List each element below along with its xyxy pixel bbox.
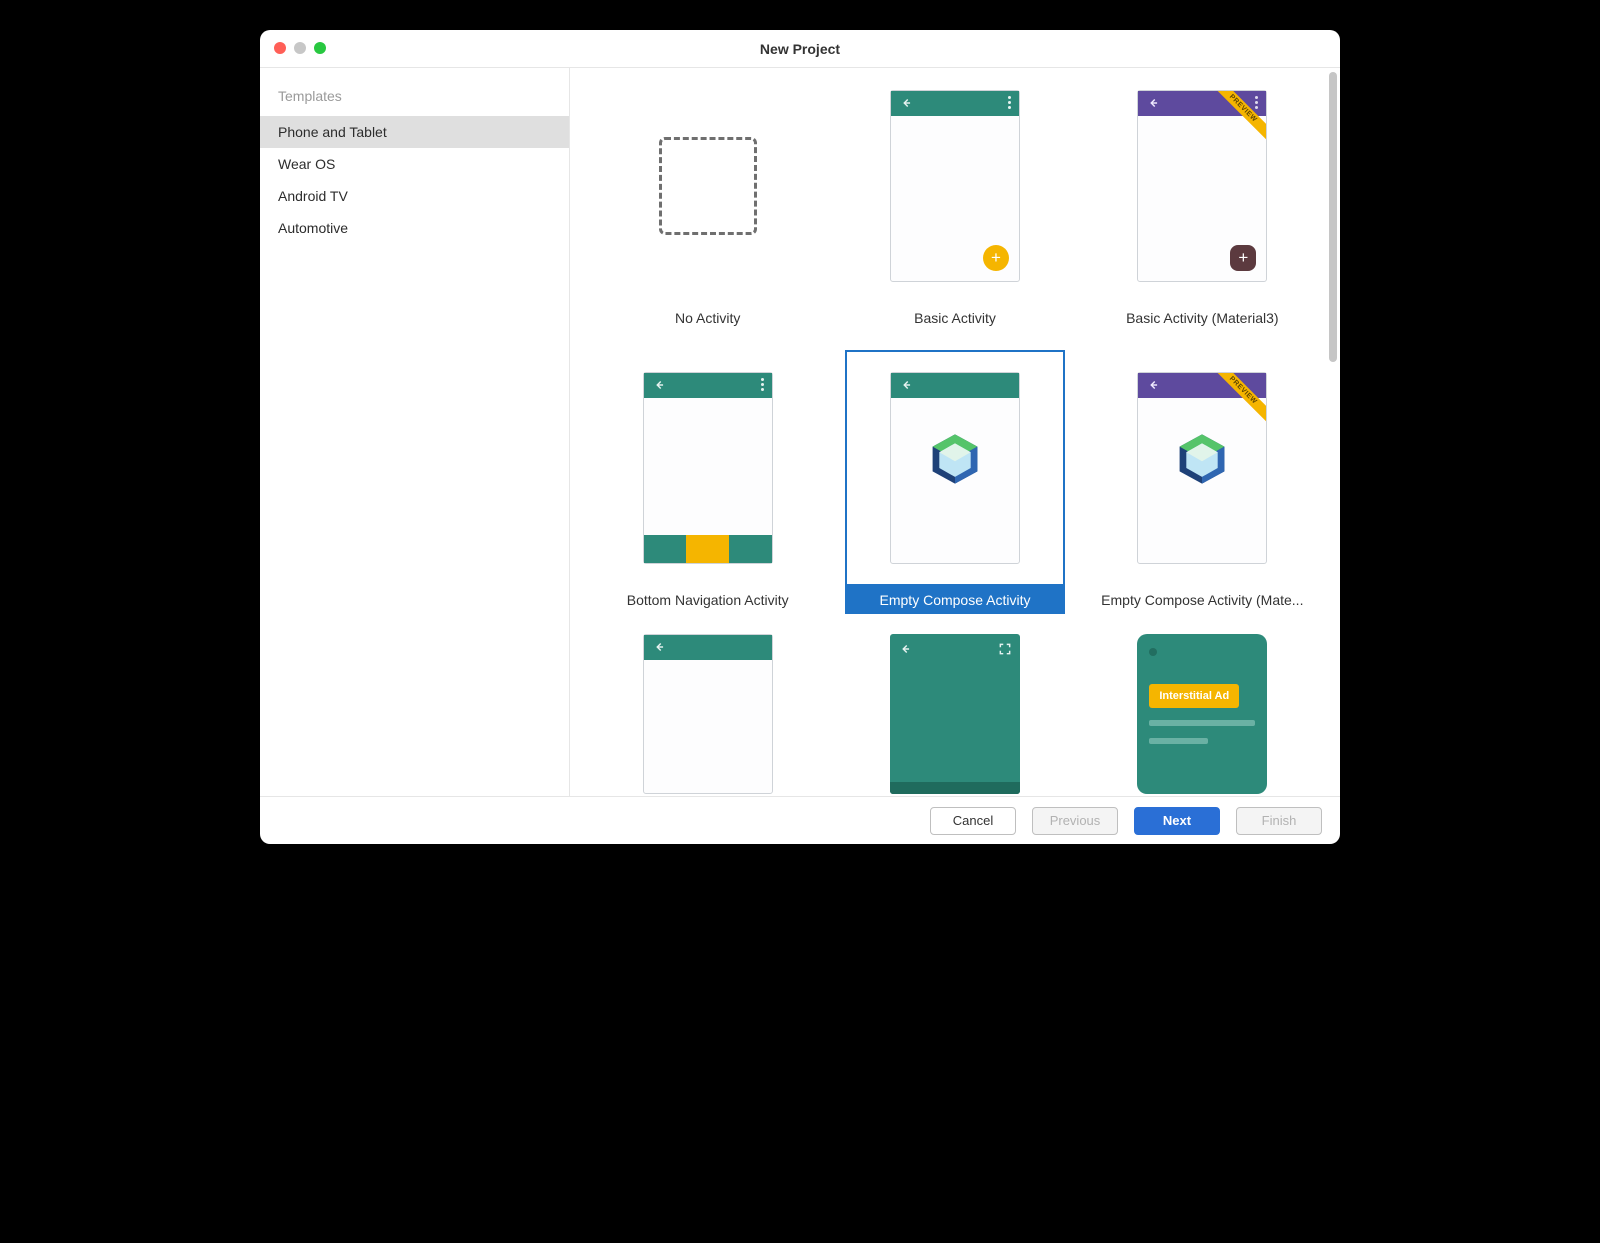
template-gallery: No Activity [570, 68, 1340, 796]
sidebar-item-phone-tablet[interactable]: Phone and Tablet [260, 116, 569, 148]
placeholder-line [1149, 720, 1255, 726]
sidebar: Templates Phone and Tablet Wear OS Andro… [260, 68, 570, 796]
finish-button: Finish [1236, 807, 1322, 835]
template-label: Empty Compose Activity (Mate... [1093, 586, 1312, 614]
sidebar-item-automotive[interactable]: Automotive [260, 212, 569, 244]
fullscreen-icon [998, 642, 1012, 656]
template-label: Empty Compose Activity [845, 586, 1064, 614]
sidebar-header: Templates [260, 82, 569, 116]
placeholder-line [1149, 738, 1207, 744]
back-arrow-icon [652, 640, 666, 654]
dialog-body: Templates Phone and Tablet Wear OS Andro… [260, 68, 1340, 796]
template-label: Basic Activity (Material3) [1093, 304, 1312, 332]
sidebar-item-android-tv[interactable]: Android TV [260, 180, 569, 212]
preview-ribbon [1214, 373, 1266, 425]
close-icon[interactable] [274, 42, 286, 54]
overflow-menu-icon [761, 378, 764, 391]
template-item[interactable] [598, 632, 817, 796]
zoom-icon[interactable] [314, 42, 326, 54]
back-arrow-icon [899, 96, 913, 110]
phone-mockup [890, 372, 1020, 564]
template-basic-activity-m3[interactable]: + Basic Activity (Material3) [1093, 68, 1312, 350]
template-item[interactable] [845, 632, 1064, 796]
back-arrow-icon [652, 378, 666, 392]
template-empty-compose[interactable]: Empty Compose Activity [845, 350, 1064, 632]
template-item[interactable]: Interstitial Ad [1093, 632, 1312, 796]
compose-logo-icon [891, 431, 1019, 487]
template-bottom-navigation[interactable]: Bottom Navigation Activity [598, 350, 817, 632]
sidebar-item-wear-os[interactable]: Wear OS [260, 148, 569, 180]
template-label: Bottom Navigation Activity [598, 586, 817, 614]
fab-add-icon: + [983, 245, 1009, 271]
template-label: Basic Activity [845, 304, 1064, 332]
phone-mockup [643, 372, 773, 564]
camera-dot-icon [1149, 648, 1157, 656]
window-controls [274, 42, 326, 54]
minimize-icon[interactable] [294, 42, 306, 54]
phone-mockup [643, 634, 773, 794]
template-label: No Activity [598, 304, 817, 332]
back-arrow-icon [1146, 378, 1160, 392]
fab-add-icon: + [1230, 245, 1256, 271]
previous-button: Previous [1032, 807, 1118, 835]
overflow-menu-icon [1008, 96, 1011, 109]
preview-ribbon [1214, 91, 1266, 143]
footer-buttons: Cancel Previous Next Finish [260, 796, 1340, 844]
titlebar: New Project [260, 30, 1340, 68]
phone-mockup: Interstitial Ad [1137, 634, 1267, 794]
phone-mockup [890, 634, 1020, 794]
dashed-placeholder-icon [659, 137, 757, 235]
new-project-window: New Project Templates Phone and Tablet W… [260, 30, 1340, 844]
template-basic-activity[interactable]: + Basic Activity [845, 68, 1064, 350]
next-button[interactable]: Next [1134, 807, 1220, 835]
bottom-nav-bar [644, 535, 772, 563]
cancel-button[interactable]: Cancel [930, 807, 1016, 835]
window-title: New Project [260, 41, 1340, 57]
phone-mockup: + [1137, 90, 1267, 282]
template-no-activity[interactable]: No Activity [598, 68, 817, 350]
back-arrow-icon [898, 642, 912, 661]
phone-mockup: + [890, 90, 1020, 282]
phone-mockup [1137, 372, 1267, 564]
interstitial-ad-label: Interstitial Ad [1149, 684, 1239, 708]
back-arrow-icon [899, 378, 913, 392]
template-empty-compose-m3[interactable]: Empty Compose Activity (Mate... [1093, 350, 1312, 632]
compose-logo-icon [1138, 431, 1266, 487]
back-arrow-icon [1146, 96, 1160, 110]
